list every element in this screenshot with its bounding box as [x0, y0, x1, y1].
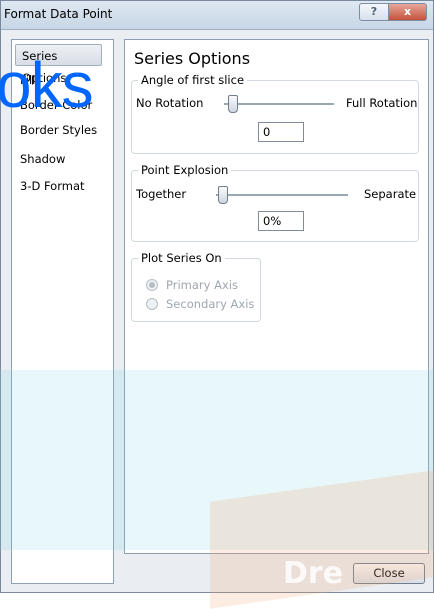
- primary-axis-option[interactable]: Primary Axis: [146, 278, 238, 292]
- explosion-slider-thumb[interactable]: [218, 186, 228, 204]
- secondary-axis-option[interactable]: Secondary Axis: [146, 297, 254, 311]
- angle-input[interactable]: 0: [258, 122, 304, 142]
- sidebar-item-shadow[interactable]: Shadow: [15, 148, 65, 170]
- sidebar-item-border-styles[interactable]: Border Styles: [15, 119, 97, 141]
- options-panel: Series Options Angle of first slice No R…: [124, 39, 429, 554]
- panel-title: Series Options: [134, 49, 251, 68]
- explosion-group: Point Explosion Together Separate 0%: [131, 163, 419, 242]
- angle-slider-track[interactable]: [224, 103, 334, 106]
- window-close-button[interactable]: x: [389, 3, 427, 21]
- plot-series-group: Plot Series On Primary Axis Secondary Ax…: [131, 251, 261, 322]
- sidebar-item-series-options[interactable]: Series Options: [15, 44, 102, 85]
- window-title: Format Data Point: [4, 7, 113, 21]
- format-data-point-dialog: Format Data Point ? x Series Options Fil…: [0, 0, 434, 593]
- title-bar: Format Data Point ? x: [1, 1, 433, 30]
- primary-axis-label: Primary Axis: [166, 278, 238, 292]
- explosion-input[interactable]: 0%: [258, 211, 304, 231]
- category-list: Series Options Fill Border Color Border …: [11, 39, 114, 584]
- secondary-axis-radio[interactable]: [146, 298, 158, 310]
- plot-series-label: Plot Series On: [138, 251, 225, 266]
- primary-axis-radio[interactable]: [146, 279, 158, 291]
- angle-group: Angle of first slice No Rotation Full Ro…: [131, 73, 419, 154]
- angle-group-label: Angle of first slice: [138, 73, 248, 88]
- close-button[interactable]: Close: [353, 563, 425, 584]
- help-button[interactable]: ?: [359, 3, 389, 21]
- explosion-group-label: Point Explosion: [138, 163, 232, 178]
- separate-label: Separate: [364, 187, 417, 201]
- sidebar-item-fill[interactable]: Fill: [15, 69, 35, 91]
- angle-slider-thumb[interactable]: [228, 95, 238, 113]
- no-rotation-label: No Rotation: [136, 96, 204, 110]
- together-label: Together: [136, 187, 187, 201]
- caption-buttons: ? x: [359, 3, 427, 21]
- sidebar-item-3d-format[interactable]: 3-D Format: [15, 175, 85, 197]
- secondary-axis-label: Secondary Axis: [166, 297, 255, 311]
- full-rotation-label: Full Rotation: [346, 96, 418, 110]
- explosion-slider-track[interactable]: [216, 194, 348, 197]
- sidebar-item-border-color[interactable]: Border Color: [15, 94, 92, 116]
